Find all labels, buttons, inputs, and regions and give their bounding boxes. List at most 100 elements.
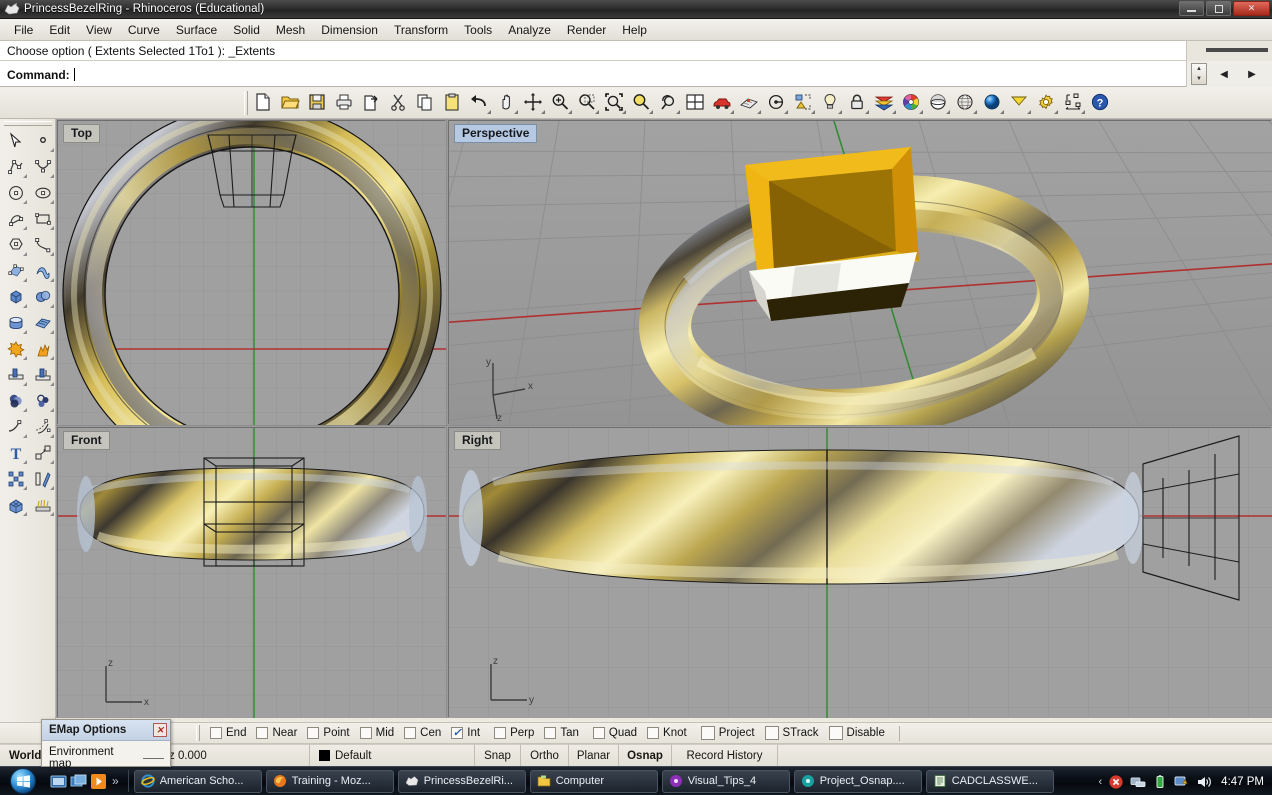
- array-icon[interactable]: [2, 466, 29, 492]
- viewport-front-label[interactable]: Front: [63, 431, 110, 450]
- taskbar-item-american-school[interactable]: American Scho...: [134, 770, 262, 793]
- close-button[interactable]: ✕: [1233, 1, 1270, 16]
- ghosted-icon[interactable]: [952, 89, 978, 115]
- status-toggle-record-history[interactable]: Record History: [672, 745, 778, 767]
- zoom-window-icon[interactable]: [574, 89, 600, 115]
- status-toggle-ortho[interactable]: Ortho: [521, 745, 569, 767]
- light-bulb-icon[interactable]: [817, 89, 843, 115]
- rotate-view-icon[interactable]: [520, 89, 546, 115]
- rectangle-icon[interactable]: [29, 206, 56, 232]
- network-tray-icon[interactable]: [1130, 774, 1146, 790]
- osnap-project[interactable]: Project: [701, 726, 755, 740]
- options-gear-icon[interactable]: [1033, 89, 1059, 115]
- pan-icon[interactable]: [493, 89, 519, 115]
- free-form-curve-icon[interactable]: [29, 232, 56, 258]
- battery-tray-icon[interactable]: [1152, 774, 1168, 790]
- osnap-tan-checkbox[interactable]: [544, 727, 556, 739]
- menu-tools[interactable]: Tools: [456, 21, 500, 39]
- taskbar-item-princessbezelring[interactable]: PrincessBezelRi...: [398, 770, 526, 793]
- osnap-strack[interactable]: STrack: [765, 726, 819, 740]
- shade-icon[interactable]: [925, 89, 951, 115]
- mirror-icon[interactable]: [29, 466, 56, 492]
- menu-mesh[interactable]: Mesh: [268, 21, 313, 39]
- status-toggle-snap[interactable]: Snap: [475, 745, 521, 767]
- action-center-alert-icon[interactable]: [1108, 774, 1124, 790]
- extrude-surface-icon[interactable]: [29, 258, 56, 284]
- select-objects-icon[interactable]: [790, 89, 816, 115]
- viewport-front[interactable]: Front z x: [56, 426, 446, 718]
- command-prompt-row[interactable]: Command:: [0, 62, 1186, 87]
- new-icon[interactable]: [250, 89, 276, 115]
- osnap-int[interactable]: Int: [451, 727, 480, 739]
- cut-icon[interactable]: [385, 89, 411, 115]
- left-toolbar-grip[interactable]: [4, 121, 52, 126]
- open-icon[interactable]: [277, 89, 303, 115]
- volume-tray-icon[interactable]: [1196, 774, 1212, 790]
- save-icon[interactable]: [304, 89, 330, 115]
- tray-expand-chevron[interactable]: ‹: [1099, 776, 1103, 788]
- osnap-knot-checkbox[interactable]: [647, 727, 659, 739]
- help-icon[interactable]: ?: [1087, 89, 1113, 115]
- viewport-right-label[interactable]: Right: [454, 431, 501, 450]
- color-wheel-icon[interactable]: [898, 89, 924, 115]
- menu-file[interactable]: File: [6, 21, 41, 39]
- osnap-end[interactable]: End: [210, 727, 246, 739]
- surface-tools-icon[interactable]: [29, 310, 56, 336]
- polygon-icon[interactable]: [2, 232, 29, 258]
- osnap-disable[interactable]: Disable: [829, 726, 885, 740]
- zoom-in-icon[interactable]: [547, 89, 573, 115]
- viewport-perspective-label[interactable]: Perspective: [454, 124, 537, 143]
- osnap-perp[interactable]: Perp: [494, 727, 534, 739]
- zoom-extents-icon[interactable]: [601, 89, 627, 115]
- menu-analyze[interactable]: Analyze: [500, 21, 559, 39]
- osnap-near-checkbox[interactable]: [256, 727, 268, 739]
- menu-view[interactable]: View: [78, 21, 120, 39]
- network-warning-tray-icon[interactable]: !: [1174, 774, 1190, 790]
- zoom-selected-icon[interactable]: [628, 89, 654, 115]
- osnap-point[interactable]: Point: [307, 727, 349, 739]
- menu-solid[interactable]: Solid: [225, 21, 268, 39]
- viewport-top-label[interactable]: Top: [63, 124, 100, 143]
- arc-icon[interactable]: [2, 206, 29, 232]
- lock-icon[interactable]: [844, 89, 870, 115]
- emap-options-dialog[interactable]: EMap Options ✕ Environment map: [41, 719, 171, 767]
- boolean-union-icon[interactable]: [29, 284, 56, 310]
- boolean-split-icon[interactable]: [29, 336, 56, 362]
- fillet-curve-icon[interactable]: [2, 414, 29, 440]
- osnap-tan[interactable]: Tan: [544, 727, 579, 739]
- osnap-strack-checkbox[interactable]: [765, 726, 779, 740]
- command-next-button[interactable]: ▶: [1241, 64, 1263, 84]
- text-icon[interactable]: T: [2, 440, 29, 466]
- boolean-intersection-icon[interactable]: [29, 388, 56, 414]
- boolean-difference-icon[interactable]: [2, 388, 29, 414]
- undo-icon[interactable]: [466, 89, 492, 115]
- viewport-perspective[interactable]: Perspective y x z: [447, 119, 1272, 425]
- transform-icon[interactable]: [29, 440, 56, 466]
- taskbar-item-project-osnap[interactable]: Project_Osnap....: [794, 770, 922, 793]
- spinner-up-arrow[interactable]: ▲: [1192, 64, 1206, 74]
- render-tools-icon[interactable]: [29, 492, 56, 518]
- box-solid-icon[interactable]: [2, 284, 29, 310]
- taskbar-item-training[interactable]: Training - Moz...: [266, 770, 394, 793]
- spinner-down-arrow[interactable]: ▼: [1192, 74, 1206, 84]
- point-editing-icon[interactable]: [763, 89, 789, 115]
- taskbar-clock[interactable]: 4:47 PM: [1221, 776, 1264, 788]
- surface-from-points-icon[interactable]: [2, 258, 29, 284]
- taskbar-item-cadclassweb[interactable]: CADCLASSWE...: [926, 770, 1054, 793]
- osnap-perp-checkbox[interactable]: [494, 727, 506, 739]
- menu-surface[interactable]: Surface: [168, 21, 225, 39]
- viewport-right[interactable]: Right z y: [447, 426, 1272, 718]
- print-icon[interactable]: [331, 89, 357, 115]
- car-render-icon[interactable]: [709, 89, 735, 115]
- cylinder-solid-icon[interactable]: [2, 310, 29, 336]
- command-history-scrollbar[interactable]: [1186, 41, 1272, 61]
- copy-icon[interactable]: [412, 89, 438, 115]
- osnap-point-checkbox[interactable]: [307, 727, 319, 739]
- offset-curve-icon[interactable]: [29, 414, 56, 440]
- switch-window-icon[interactable]: [70, 773, 87, 790]
- dimension-icon[interactable]: [1060, 89, 1086, 115]
- split-icon[interactable]: [29, 362, 56, 388]
- flag-icon[interactable]: [1006, 89, 1032, 115]
- maximize-button[interactable]: [1206, 1, 1231, 16]
- osnap-mid[interactable]: Mid: [360, 727, 395, 739]
